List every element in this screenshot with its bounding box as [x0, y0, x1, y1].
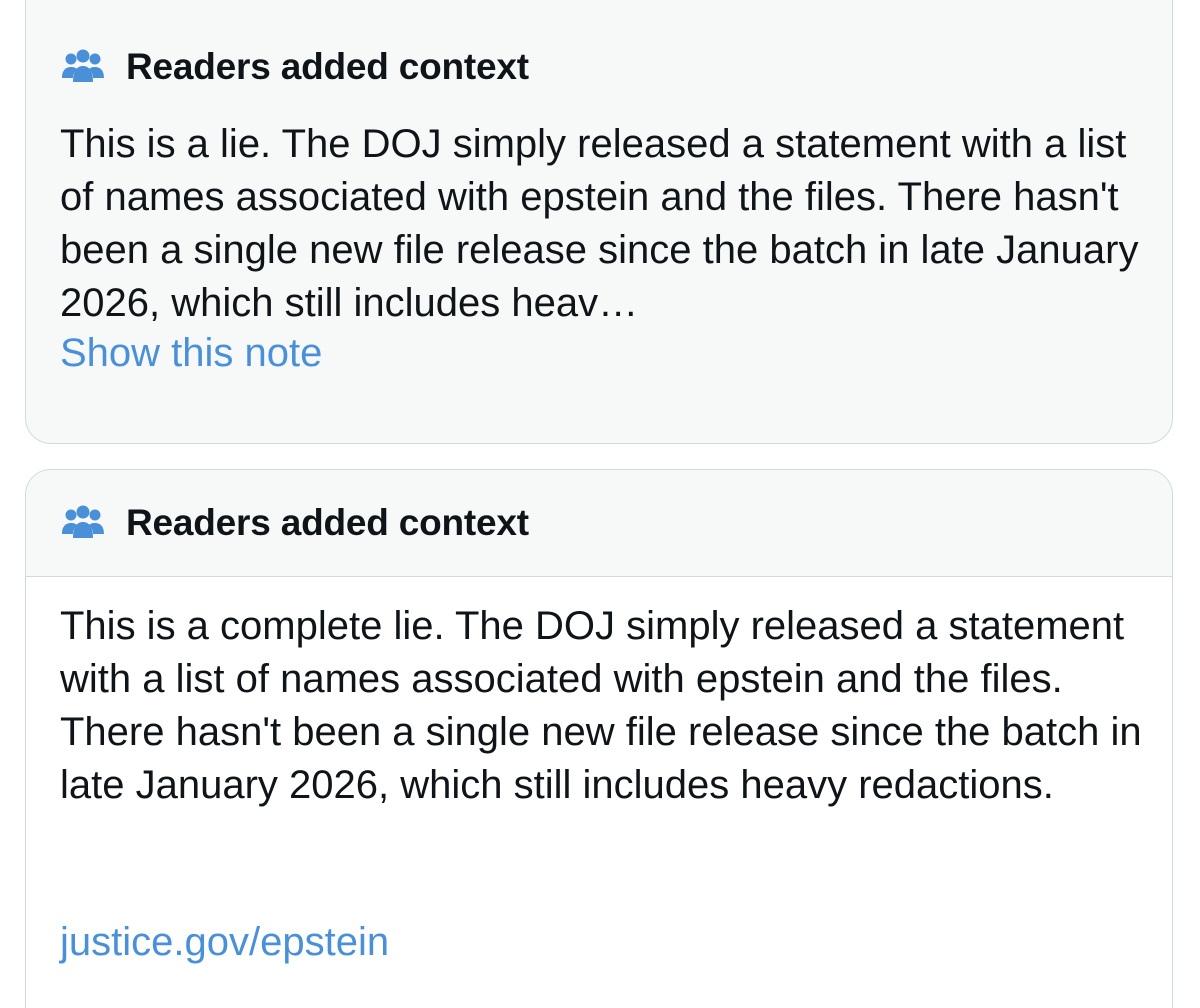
community-note-card-collapsed: Readers added context This is a lie. The… — [25, 0, 1173, 444]
note-header: Readers added context — [26, 31, 529, 103]
note-title: Readers added context — [126, 46, 529, 87]
note-header: Readers added context — [26, 470, 1172, 577]
page: Readers added context This is a lie. The… — [0, 0, 1200, 1008]
community-note-card-expanded: Readers added context This is a complete… — [25, 469, 1173, 1008]
note-body-text: This is a complete lie. The DOJ simply r… — [60, 604, 1142, 807]
readers-group-icon — [60, 503, 106, 543]
show-note-link[interactable]: Show this note — [60, 331, 322, 376]
note-title: Readers added context — [126, 502, 529, 543]
readers-group-icon — [60, 47, 106, 87]
source-link[interactable]: justice.gov/epstein — [60, 920, 389, 965]
note-body-text: This is a lie. The DOJ simply released a… — [60, 122, 1139, 325]
